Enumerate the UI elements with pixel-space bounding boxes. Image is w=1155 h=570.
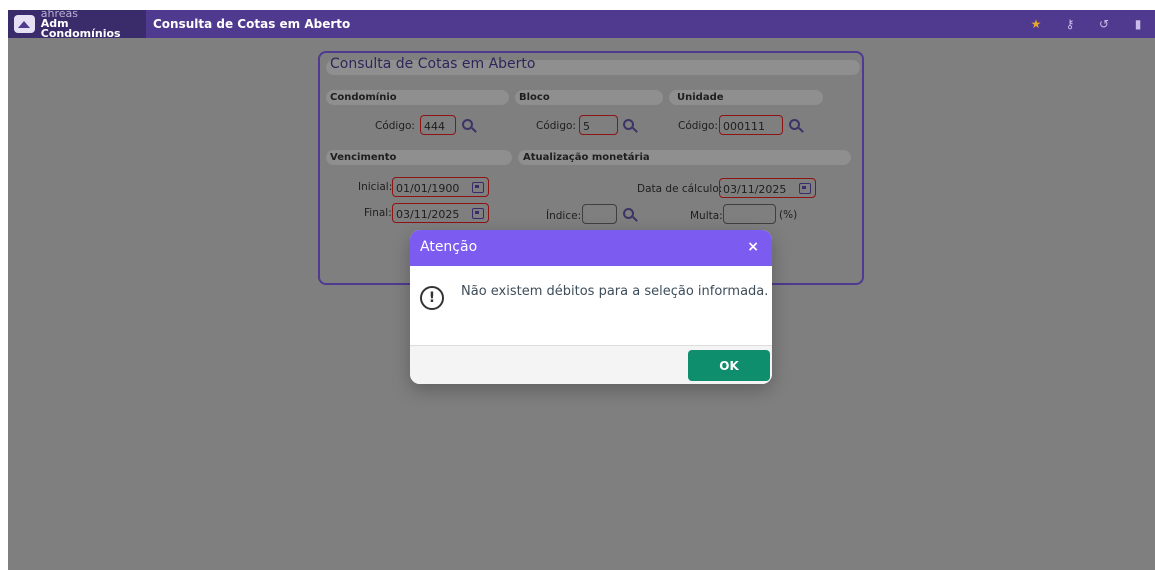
- condominio-codigo-label: Código:: [375, 120, 415, 132]
- inicial-label: Inicial:: [358, 181, 393, 193]
- exclamation-icon: !: [420, 286, 444, 310]
- inicial-date-input[interactable]: 01/01/1900: [392, 177, 489, 197]
- multa-unit: (%): [779, 209, 798, 221]
- unidade-codigo-label: Código:: [678, 120, 718, 132]
- dialog-header: Atenção ×: [410, 230, 772, 266]
- panel-title: Consulta de Cotas em Aberto: [330, 56, 536, 72]
- dialog-title: Atenção: [420, 239, 478, 255]
- unidade-label: Unidade: [677, 92, 724, 103]
- brand-subtitle: Adm Condomínios: [40, 17, 121, 40]
- indice-label: Índice:: [546, 210, 582, 222]
- close-icon[interactable]: ×: [747, 239, 759, 255]
- star-icon[interactable]: ★: [1019, 15, 1053, 33]
- key-icon[interactable]: ⚷: [1053, 15, 1087, 33]
- app-window: ahreas Adm Condomínios Consulta de Cotas…: [8, 10, 1155, 570]
- condominio-codigo-input[interactable]: 444: [420, 115, 456, 135]
- dialog-body: ! Não existem débitos para a seleção inf…: [410, 266, 772, 346]
- atualizacao-label: Atualização monetária: [523, 152, 650, 163]
- bloco-search-icon[interactable]: [623, 119, 634, 130]
- dialog-footer: OK: [410, 345, 772, 384]
- logo-icon: [14, 15, 35, 33]
- unidade-search-icon[interactable]: [789, 119, 800, 130]
- data-calculo-label: Data de cálculo:: [637, 183, 723, 195]
- condominio-search-icon[interactable]: [462, 119, 473, 130]
- alert-dialog: Atenção × ! Não existem débitos para a s…: [410, 230, 772, 384]
- calendar-icon[interactable]: [799, 183, 811, 194]
- final-date-value: 03/11/2025: [396, 208, 460, 221]
- dialog-message: Não existem débitos para a seleção infor…: [461, 284, 769, 299]
- history-icon[interactable]: ↺: [1087, 15, 1121, 33]
- top-bar: ahreas Adm Condomínios Consulta de Cotas…: [8, 10, 1155, 40]
- ok-button[interactable]: OK: [688, 350, 770, 381]
- brand[interactable]: ahreas Adm Condomínios: [8, 10, 146, 40]
- indice-input[interactable]: [582, 204, 617, 224]
- final-label: Final:: [364, 207, 392, 219]
- top-icons: ★ ⚷ ↺ ▮: [1019, 15, 1155, 33]
- data-calculo-input[interactable]: 03/11/2025: [719, 178, 816, 198]
- inicial-date-value: 01/01/1900: [396, 182, 460, 195]
- vencimento-label: Vencimento: [330, 152, 397, 163]
- window-title: Consulta de Cotas em Aberto: [153, 17, 351, 31]
- book-icon[interactable]: ▮: [1121, 15, 1155, 33]
- multa-input[interactable]: [723, 204, 776, 224]
- calendar-icon[interactable]: [472, 182, 484, 193]
- bloco-codigo-label: Código:: [536, 120, 576, 132]
- indice-search-icon[interactable]: [623, 208, 634, 219]
- bloco-codigo-input[interactable]: 5: [579, 115, 618, 135]
- unidade-codigo-input[interactable]: 000111: [719, 115, 783, 135]
- data-calculo-value: 03/11/2025: [723, 183, 787, 196]
- calendar-icon[interactable]: [472, 208, 484, 219]
- final-date-input[interactable]: 03/11/2025: [392, 203, 489, 223]
- condominio-label: Condomínio: [330, 92, 397, 103]
- bloco-label: Bloco: [519, 92, 550, 103]
- multa-label: Multa:: [690, 210, 723, 222]
